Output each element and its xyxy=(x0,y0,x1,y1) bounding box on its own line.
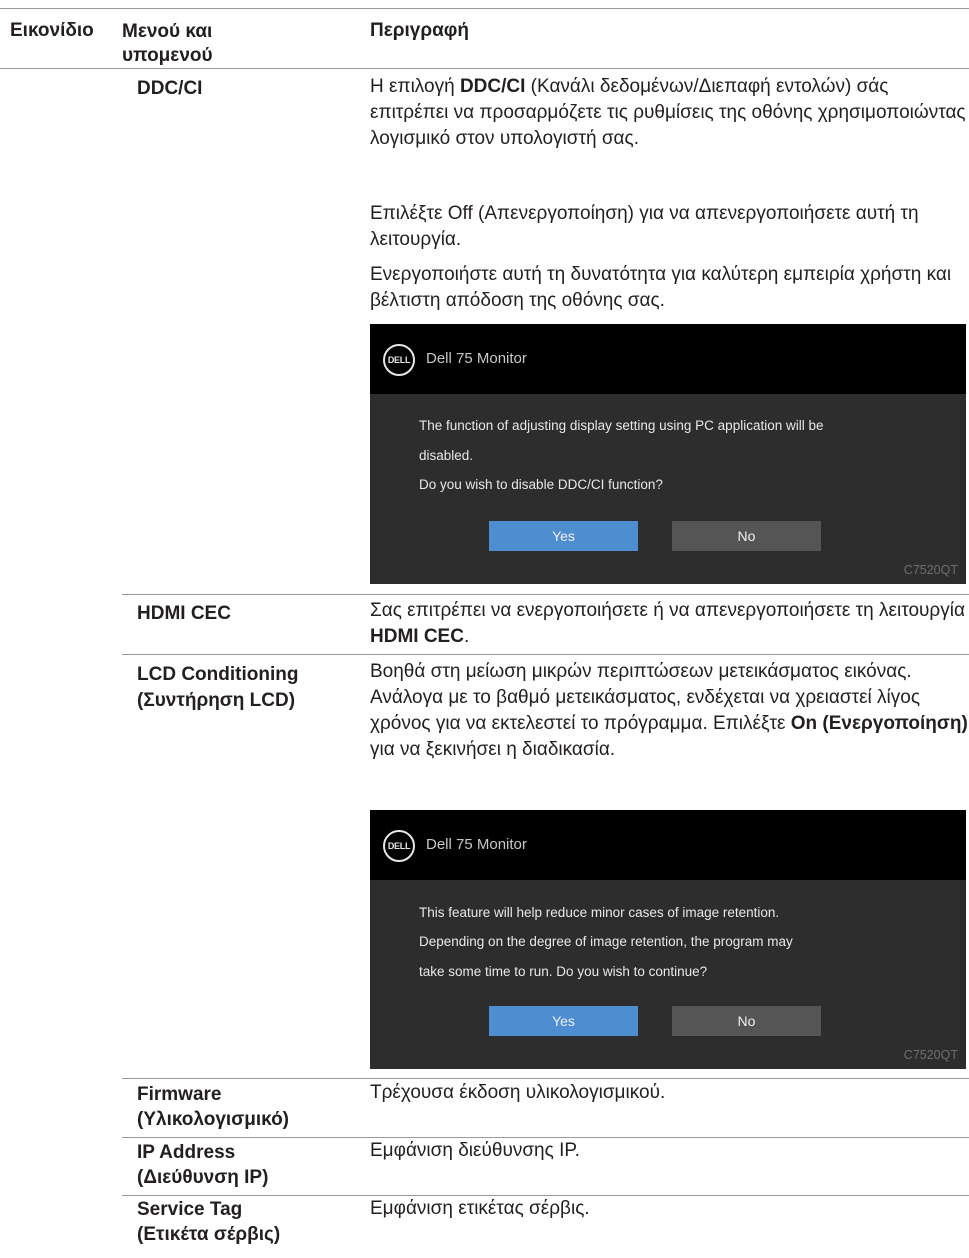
service-tag-description: Εμφάνιση ετικέτας σέρβις. xyxy=(370,1198,590,1219)
ddcci-para3: Ενεργοποιήστε αυτή τη δυνατότητα για καλ… xyxy=(370,264,952,311)
model-label: C7520QT xyxy=(903,1048,958,1062)
ddcci-osd-dialog: DELL Dell 75 Monitor The function of adj… xyxy=(370,324,966,584)
header-rule xyxy=(0,68,969,69)
row-rule xyxy=(122,594,969,595)
menu-lcd-conditioning: LCD Conditioning (Συντήρηση LCD) xyxy=(137,664,299,711)
header-menu-column: Μενού και υπομενού xyxy=(122,20,213,68)
yes-button[interactable]: Yes xyxy=(489,1006,638,1036)
model-label: C7520QT xyxy=(903,563,958,577)
row-rule xyxy=(122,654,969,655)
osd-message-line1: This feature will help reduce minor case… xyxy=(419,905,780,920)
no-button[interactable]: No xyxy=(672,521,821,551)
ddcci-para2: Επιλέξτε Off (Απενεργοποίηση) για να απε… xyxy=(370,203,919,250)
top-rule xyxy=(0,8,969,9)
menu-hdmi-cec: HDMI CEC xyxy=(137,603,231,624)
ddcci-description: Η επιλογή DDC/CI (Κανάλι δεδομένων/Διεπα… xyxy=(370,74,966,152)
osd-message-line3: take some time to run. Do you wish to co… xyxy=(419,964,708,979)
osd-message-line1: The function of adjusting display settin… xyxy=(419,418,824,433)
menu-ip-address: IP Address (Διεύθυνση IP) xyxy=(137,1142,269,1188)
ddcci-para1: Η επιλογή DDC/CI (Κανάλι δεδομένων/Διεπα… xyxy=(370,76,966,149)
menu-ddcci: DDC/CI xyxy=(137,78,203,99)
row-rule xyxy=(122,1078,969,1079)
lcd-conditioning-description: Βοηθά στη μείωση μικρών περιπτώσεων μετε… xyxy=(370,661,968,760)
header-description-column: Περιγραφή xyxy=(370,20,469,41)
osd-title: Dell 75 Monitor xyxy=(426,350,527,367)
osd-message-line2: disabled. xyxy=(419,448,474,463)
dell-logo: DELL xyxy=(383,830,415,862)
menu-service-tag: Service Tag (Ετικέτα σέρβις) xyxy=(137,1199,281,1245)
hdmi-cec-description: Σας επιτρέπει να ενεργοποιήσετε ή να απε… xyxy=(370,600,965,647)
header-menu-line2: υπομενού xyxy=(122,45,213,66)
firmware-description: Τρέχουσα έκδοση υλικολογισμικού. xyxy=(370,1082,666,1103)
no-button[interactable]: No xyxy=(672,1006,821,1036)
header-menu-line1: Μενού και xyxy=(122,21,213,42)
ip-address-description: Εμφάνιση διεύθυνσης IP. xyxy=(370,1140,580,1161)
yes-button[interactable]: Yes xyxy=(489,521,638,551)
dell-logo: DELL xyxy=(383,344,415,376)
osd-message-line3: Do you wish to disable DDC/CI function? xyxy=(419,477,663,492)
osd-message-line2: Depending on the degree of image retenti… xyxy=(419,934,793,949)
header-icon-column: Εικονίδιο xyxy=(10,20,94,41)
osd-title-bar: DELL Dell 75 Monitor xyxy=(370,324,966,394)
menu-firmware: Firmware (Υλικολογισμικό) xyxy=(137,1084,289,1130)
manual-page: Εικονίδιο Μενού και υπομενού Περιγραφή D… xyxy=(0,0,969,1258)
osd-title: Dell 75 Monitor xyxy=(426,836,527,853)
lcd-osd-dialog: DELL Dell 75 Monitor This feature will h… xyxy=(370,810,966,1069)
osd-title-bar: DELL Dell 75 Monitor xyxy=(370,810,966,880)
